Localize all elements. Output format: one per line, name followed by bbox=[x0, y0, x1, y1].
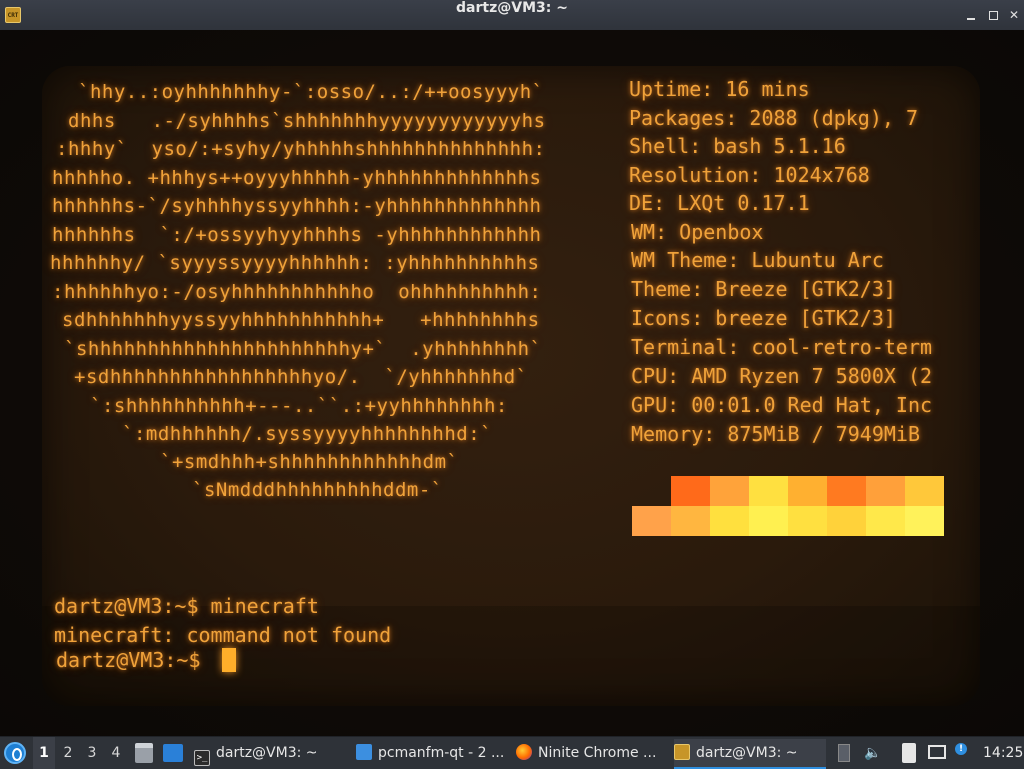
terminal-window[interactable]: `hhy..:oyhhhhhhhy-`:osso/..:/++oosyyyh` … bbox=[0, 30, 1024, 736]
prompt-line: dartz@VM3:~$ minecraft bbox=[54, 594, 319, 618]
start-menu-icon[interactable] bbox=[4, 742, 26, 764]
firefox-icon bbox=[516, 744, 532, 760]
trash-icon[interactable] bbox=[135, 743, 153, 763]
task-cool-retro-term[interactable]: dartz@VM3: ~ bbox=[674, 739, 826, 769]
minimize-icon[interactable] bbox=[963, 7, 979, 23]
close-icon[interactable]: ✕ bbox=[1006, 7, 1022, 23]
taskbar: 1 2 3 4 >_ dartz@VM3: ~ pcmanfm-qt - 2 ..… bbox=[0, 736, 1024, 769]
notification-icon[interactable]: ! bbox=[955, 743, 967, 755]
workspace-3[interactable]: 3 bbox=[81, 737, 103, 769]
task-terminal[interactable]: >_ dartz@VM3: ~ bbox=[194, 739, 344, 767]
clock[interactable]: 14:25 bbox=[983, 737, 1023, 769]
show-desktop-icon[interactable] bbox=[163, 744, 183, 762]
scroll-handle-icon[interactable] bbox=[838, 744, 850, 762]
window-titlebar[interactable]: CRT dartz@VM3: ~ ✕ bbox=[0, 0, 1024, 31]
network-icon[interactable] bbox=[928, 745, 946, 759]
task-label: pcmanfm-qt - 2 ... bbox=[378, 745, 505, 761]
task-browser[interactable]: Ninite Chrome ... bbox=[516, 739, 666, 767]
clipboard-icon[interactable] bbox=[902, 743, 916, 763]
task-file-manager[interactable]: pcmanfm-qt - 2 ... bbox=[356, 739, 506, 767]
terminal-icon: >_ bbox=[194, 750, 210, 766]
task-label: dartz@VM3: ~ bbox=[696, 745, 798, 761]
crt-icon bbox=[674, 744, 690, 760]
workspace-1[interactable]: 1 bbox=[33, 737, 55, 769]
text-cursor bbox=[222, 648, 236, 672]
volume-icon[interactable]: 🔈 bbox=[864, 745, 881, 761]
error-line: minecraft: command not found bbox=[54, 623, 392, 647]
window-title: dartz@VM3: ~ bbox=[456, 0, 568, 16]
workspace-4[interactable]: 4 bbox=[105, 737, 127, 769]
crt-screen[interactable]: `hhy..:oyhhhhhhhy-`:osso/..:/++oosyyyh` … bbox=[42, 66, 980, 706]
folder-icon bbox=[356, 744, 372, 760]
maximize-icon[interactable] bbox=[985, 7, 1001, 23]
workspace-2[interactable]: 2 bbox=[57, 737, 79, 769]
shell-output[interactable]: dartz@VM3:~$ minecraft minecraft: comman… bbox=[42, 66, 980, 706]
prompt-line: dartz@VM3:~$ bbox=[56, 648, 213, 672]
task-label: dartz@VM3: ~ bbox=[216, 745, 318, 761]
task-label: Ninite Chrome ... bbox=[538, 745, 657, 761]
